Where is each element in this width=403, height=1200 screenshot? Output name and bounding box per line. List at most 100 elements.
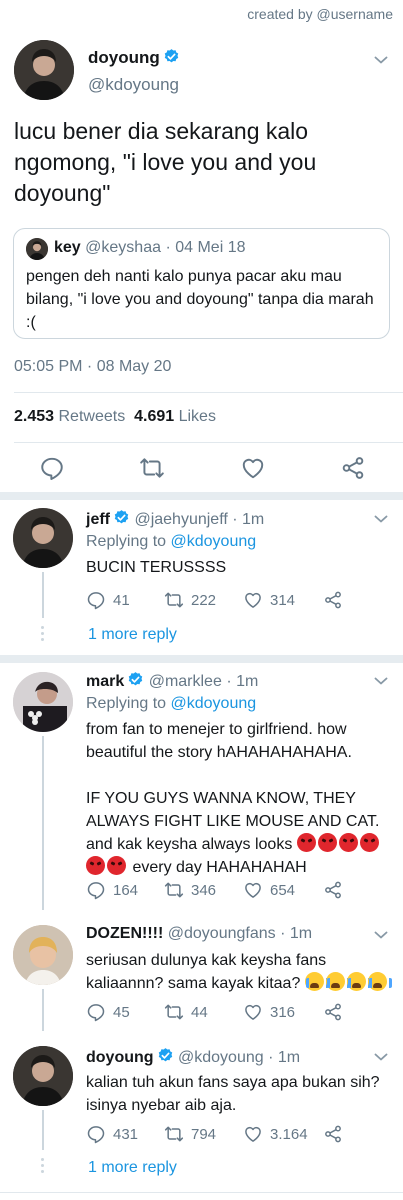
retweet-icon[interactable]: [139, 455, 165, 481]
divider: [14, 442, 403, 443]
reply-author-name[interactable]: DOZEN!!!!: [86, 925, 163, 942]
chevron-down-icon[interactable]: [373, 927, 389, 943]
like-count: 3.164: [270, 1125, 308, 1143]
tweet-author-name[interactable]: doyoung: [88, 48, 180, 68]
like-count: 314: [270, 591, 296, 609]
like-icon[interactable]: [243, 1002, 263, 1022]
like-action[interactable]: 3.164: [243, 1124, 308, 1144]
share-icon[interactable]: [323, 880, 343, 900]
retweet-icon[interactable]: [164, 1002, 184, 1022]
replying-to-link[interactable]: @kdoyoung: [171, 533, 257, 550]
quote-author-handle: @keyshaa: [85, 239, 161, 256]
reply-action[interactable]: 431: [86, 1124, 138, 1144]
reply-author-handle[interactable]: @jaehyunjeff: [134, 511, 227, 528]
chevron-down-icon[interactable]: [373, 511, 389, 527]
avatar[interactable]: [13, 925, 73, 985]
reply-text: seriusan dulunya kak keysha fans kaliaan…: [86, 949, 392, 995]
avatar[interactable]: [13, 672, 73, 732]
reply-action[interactable]: 45: [86, 1002, 130, 1022]
reply-icon[interactable]: [39, 455, 65, 481]
reply-count: 164: [113, 881, 139, 899]
author-name-text: doyoung: [88, 48, 160, 67]
share-action[interactable]: [323, 1002, 350, 1022]
retweets-count[interactable]: 2.453: [14, 408, 54, 425]
reply-action[interactable]: 41: [86, 590, 130, 610]
reply-author-name[interactable]: doyoung: [86, 1049, 154, 1066]
reply-header: DOZEN!!!! @doyoungfans · 1m: [86, 925, 312, 943]
reply-header: doyoung @kdoyoung · 1m: [86, 1047, 300, 1067]
reply-time: · 1m: [232, 511, 265, 528]
quote-author-name: key: [54, 239, 81, 256]
reply-count: 431: [113, 1125, 139, 1143]
share-icon[interactable]: [323, 1002, 343, 1022]
like-action[interactable]: 314: [243, 590, 295, 610]
retweet-action[interactable]: 44: [164, 1002, 208, 1022]
reply-action[interactable]: 164: [86, 880, 138, 900]
reply-author-name[interactable]: mark: [86, 673, 124, 690]
reply-icon[interactable]: [86, 880, 106, 900]
chevron-down-icon[interactable]: [373, 52, 389, 68]
share-icon[interactable]: [323, 590, 343, 610]
reply-header: mark @marklee · 1m: [86, 671, 258, 691]
reply-author-handle[interactable]: @kdoyoung: [178, 1049, 264, 1066]
reply-author-handle[interactable]: @doyoungfans: [168, 925, 276, 942]
retweet-action[interactable]: 794: [164, 1124, 216, 1144]
replying-to: Replying to @kdoyoung: [86, 695, 256, 713]
avatar[interactable]: [14, 40, 74, 100]
reply-icon[interactable]: [86, 1124, 106, 1144]
retweet-icon[interactable]: [164, 590, 184, 610]
tweet-timestamp[interactable]: 05:05 PM · 08 May 20: [14, 358, 171, 376]
retweet-count: 44: [191, 1003, 208, 1021]
tweet-author-handle[interactable]: @kdoyoung: [88, 75, 179, 95]
replying-prefix: Replying to: [86, 533, 167, 550]
share-action[interactable]: [323, 1124, 350, 1144]
quote-text: pengen deh nanti kalo punya pacar aku ma…: [26, 268, 374, 331]
share-icon[interactable]: [323, 1124, 343, 1144]
avatar[interactable]: [13, 508, 73, 568]
retweets-label[interactable]: Retweets: [59, 408, 126, 425]
like-icon[interactable]: [243, 1124, 263, 1144]
like-icon[interactable]: [240, 455, 266, 481]
like-icon[interactable]: [243, 880, 263, 900]
avatar[interactable]: [13, 1046, 73, 1106]
reply-time: · 1m: [280, 925, 313, 942]
thread-line: [42, 736, 44, 910]
reply-time: · 1m: [268, 1049, 301, 1066]
thread-line: [42, 1110, 44, 1150]
reply-paragraph-end: every day HAHAHAHAH: [132, 859, 307, 876]
like-action[interactable]: 654: [243, 880, 295, 900]
more-replies-link[interactable]: 1 more reply: [88, 1159, 177, 1177]
replying-to-link[interactable]: @kdoyoung: [171, 695, 257, 712]
verified-badge-icon: [157, 1047, 174, 1064]
quoted-tweet[interactable]: key @keyshaa · 04 Mei 18 pengen deh nant…: [13, 228, 390, 339]
quote-avatar: [26, 238, 48, 260]
likes-label[interactable]: Likes: [179, 408, 216, 425]
like-action[interactable]: 316: [243, 1002, 295, 1022]
verified-badge-icon: [113, 509, 130, 526]
reply-icon[interactable]: [86, 1002, 106, 1022]
reply-icon[interactable]: [86, 590, 106, 610]
reply-time: · 1m: [226, 673, 259, 690]
share-action[interactable]: [323, 880, 350, 900]
likes-count[interactable]: 4.691: [134, 408, 174, 425]
like-count: 654: [270, 881, 296, 899]
retweet-icon[interactable]: [164, 1124, 184, 1144]
reply-author-name[interactable]: jeff: [86, 511, 110, 528]
retweet-icon[interactable]: [164, 880, 184, 900]
tweet-stats: 2.453 Retweets 4.691 Likes: [14, 408, 216, 426]
reply-author-handle[interactable]: @marklee: [149, 673, 222, 690]
retweet-count: 794: [191, 1125, 217, 1143]
share-icon[interactable]: [340, 455, 366, 481]
more-replies-link[interactable]: 1 more reply: [88, 626, 177, 644]
chevron-down-icon[interactable]: [373, 673, 389, 689]
reply-count: 41: [113, 591, 130, 609]
retweet-count: 346: [191, 881, 217, 899]
retweet-action[interactable]: 346: [164, 880, 216, 900]
share-action[interactable]: [323, 590, 350, 610]
chevron-down-icon[interactable]: [373, 1049, 389, 1065]
section-separator: [0, 655, 403, 663]
like-icon[interactable]: [243, 590, 263, 610]
retweet-action[interactable]: 222: [164, 590, 216, 610]
divider: [0, 1192, 403, 1193]
thread-dots: [41, 1158, 45, 1176]
